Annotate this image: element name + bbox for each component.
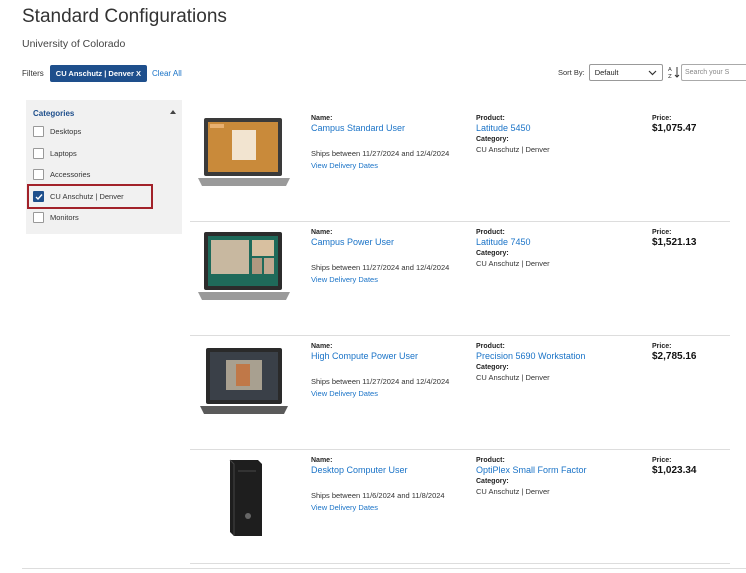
category-label: Category: — [476, 478, 509, 485]
product-model-link[interactable]: Latitude 7450 — [476, 237, 550, 247]
bottom-divider — [22, 568, 746, 569]
category-value: CU Anschutz | Denver — [476, 373, 550, 382]
view-delivery-dates-link[interactable]: View Delivery Dates — [311, 503, 445, 512]
filters-label: Filters — [22, 69, 44, 78]
product-model-link[interactable]: Precision 5690 Workstation — [476, 351, 585, 361]
product-name-link[interactable]: Campus Standard User — [311, 123, 449, 133]
category-label: Monitors — [50, 213, 79, 222]
page-subtitle: University of Colorado — [22, 38, 126, 50]
product-name-link[interactable]: High Compute Power User — [311, 351, 449, 361]
product-name-link[interactable]: Campus Power User — [311, 237, 449, 247]
product-label: Product: — [476, 229, 505, 236]
name-label: Name: — [311, 115, 333, 122]
product-row: Name: Campus Standard User Ships between… — [190, 108, 730, 222]
price-label: Price: — [652, 229, 672, 236]
category-label: Laptops — [50, 149, 77, 158]
product-name-link[interactable]: Desktop Computer User — [311, 465, 445, 475]
category-label: Category: — [476, 136, 509, 143]
highlight-box — [27, 184, 153, 209]
category-accessories[interactable]: Accessories — [33, 169, 90, 180]
name-label: Name: — [311, 343, 333, 350]
laptop-image — [198, 232, 290, 300]
svg-text:A: A — [668, 67, 672, 73]
checkbox[interactable] — [33, 169, 44, 180]
checkbox[interactable] — [33, 148, 44, 159]
caret-up-icon[interactable] — [170, 110, 176, 114]
category-label: Category: — [476, 364, 509, 371]
view-delivery-dates-link[interactable]: View Delivery Dates — [311, 389, 449, 398]
category-desktops[interactable]: Desktops — [33, 126, 81, 137]
sort-select[interactable]: Default — [588, 64, 663, 81]
category-label: Category: — [476, 250, 509, 257]
clear-all-link[interactable]: Clear All — [152, 69, 182, 78]
view-delivery-dates-link[interactable]: View Delivery Dates — [311, 275, 449, 284]
ships-text: Ships between 11/27/2024 and 12/4/2024 — [311, 377, 450, 386]
price-label: Price: — [652, 343, 672, 350]
page-title: Standard Configurations — [22, 6, 227, 27]
filters-row: Filters CU Anschutz | Denver X Clear All — [22, 65, 182, 82]
sort-label: Sort By: — [558, 68, 585, 77]
category-label: Accessories — [50, 170, 91, 179]
product-label: Product: — [476, 457, 505, 464]
view-delivery-dates-link[interactable]: View Delivery Dates — [311, 161, 449, 170]
category-monitors[interactable]: Monitors — [33, 212, 79, 223]
category-laptops[interactable]: Laptops — [33, 148, 77, 159]
product-label: Product: — [476, 115, 505, 122]
category-value: CU Anschutz | Denver — [476, 487, 550, 496]
laptop-image — [198, 118, 290, 186]
name-label: Name: — [311, 229, 333, 236]
chevron-down-icon — [648, 70, 657, 75]
ships-text: Ships between 11/6/2024 and 11/8/2024 — [311, 491, 445, 500]
product-row: Name: Desktop Computer User Ships betwee… — [190, 450, 730, 564]
ships-text: Ships between 11/27/2024 and 12/4/2024 — [311, 263, 450, 272]
product-label: Product: — [476, 343, 505, 350]
price-value: $1,521.13 — [652, 237, 697, 248]
laptop-image — [200, 348, 288, 414]
product-row: Name: High Compute Power User Ships betw… — [190, 336, 730, 450]
sort-az-icon[interactable]: A Z — [667, 65, 681, 81]
price-value: $2,785.16 — [652, 351, 697, 362]
filter-chip-cu-anschutz[interactable]: CU Anschutz | Denver X — [49, 65, 147, 82]
category-value: CU Anschutz | Denver — [476, 145, 550, 154]
product-row: Name: Campus Power User Ships between 11… — [190, 222, 730, 336]
ships-text: Ships between 11/27/2024 and 12/4/2024 — [311, 149, 450, 158]
desktop-tower-image — [229, 459, 262, 536]
svg-text:Z: Z — [668, 74, 672, 79]
checkbox[interactable] — [33, 126, 44, 137]
price-label: Price: — [652, 115, 672, 122]
product-model-link[interactable]: OptiPlex Small Form Factor — [476, 465, 587, 475]
product-model-link[interactable]: Latitude 5450 — [476, 123, 550, 133]
price-value: $1,075.47 — [652, 123, 697, 134]
price-label: Price: — [652, 457, 672, 464]
categories-sidebar: Categories Desktops Laptops Accessories … — [26, 100, 182, 234]
categories-header[interactable]: Categories — [33, 109, 74, 118]
search-input[interactable]: Search your S — [681, 64, 746, 81]
category-value: CU Anschutz | Denver — [476, 259, 550, 268]
name-label: Name: — [311, 457, 333, 464]
sort-row: Sort By: Default A Z — [558, 64, 681, 81]
sort-selected-value: Default — [594, 68, 619, 77]
category-label: Desktops — [50, 127, 82, 136]
checkbox[interactable] — [33, 212, 44, 223]
price-value: $1,023.34 — [652, 465, 697, 476]
